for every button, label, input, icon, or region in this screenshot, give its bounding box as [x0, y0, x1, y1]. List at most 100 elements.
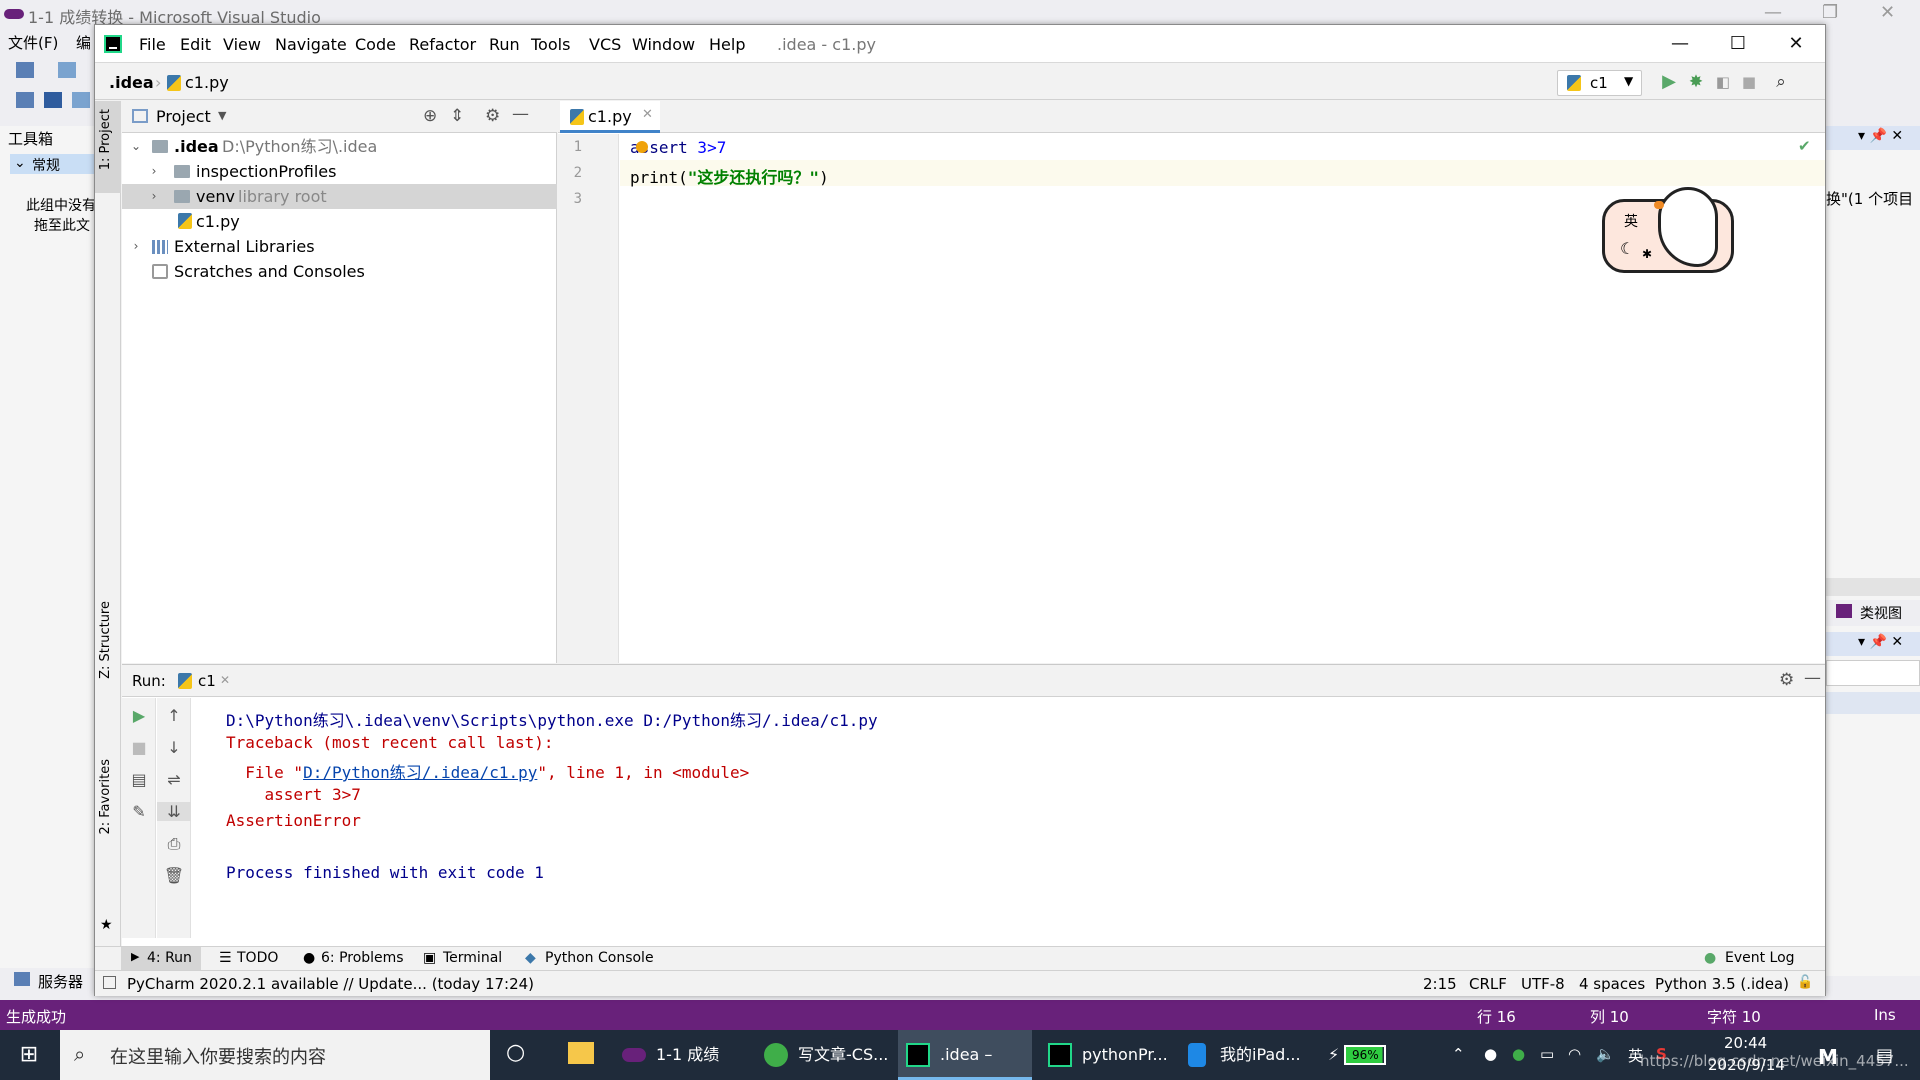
task-view-icon[interactable]: ○ — [506, 1040, 525, 1065]
vs-toolbar-icon[interactable] — [72, 92, 90, 108]
stop-icon[interactable]: ■ — [122, 738, 156, 757]
btab-run[interactable]: ▶ 4: Run — [121, 947, 201, 971]
tree-item-inspection[interactable]: › inspectionProfiles — [122, 159, 557, 184]
breadcrumb-root[interactable]: .idea — [109, 73, 154, 92]
vs-toolbar-icon[interactable] — [58, 62, 76, 78]
taskbar-item-browser[interactable]: 写文章-CS... — [756, 1030, 890, 1080]
btab-todo[interactable]: TODO — [237, 950, 278, 966]
tree-item-external-libraries[interactable]: › External Libraries — [122, 234, 557, 259]
chevron-down-icon[interactable]: ▼ — [218, 109, 226, 122]
print-icon[interactable]: ⎙ — [157, 834, 191, 854]
tab-favorites[interactable]: 2: Favorites — [98, 759, 113, 835]
chevron-up-icon[interactable]: ⌃ — [1452, 1045, 1465, 1063]
clock-time[interactable]: 20:44 — [1724, 1034, 1767, 1052]
lock-icon[interactable]: 🔓 — [1797, 975, 1813, 990]
soft-wrap-icon[interactable]: ⇌ — [157, 770, 191, 789]
vs-class-view-tab[interactable]: 类视图 — [1826, 600, 1920, 626]
minimize-button[interactable]: — — [1651, 25, 1709, 63]
mail-icon[interactable]: M — [1818, 1045, 1838, 1069]
chevron-right-icon[interactable]: › — [148, 184, 160, 209]
btab-problems[interactable]: 6: Problems — [321, 950, 404, 966]
menu-window[interactable]: Window — [632, 35, 695, 54]
vs-toolbar-icon[interactable] — [16, 62, 34, 78]
status-encoding[interactable]: UTF-8 — [1521, 975, 1565, 993]
taskbar-item-vs[interactable]: 1-1 成绩转... — [614, 1030, 746, 1080]
vs-menu-file[interactable]: 文件(F) — [8, 32, 58, 53]
wifi-icon[interactable]: ◠ — [1568, 1045, 1581, 1063]
debug-icon[interactable]: ✸ — [1686, 72, 1706, 92]
taskbar-item-pycharm-project[interactable]: pythonPr... — [1040, 1030, 1174, 1080]
project-view-select[interactable]: Project — [156, 107, 211, 126]
menu-refactor[interactable]: Refactor — [409, 35, 476, 54]
output-file-link[interactable]: D:/Python练习/.idea/c1.py — [303, 763, 537, 782]
vs-minimize-icon[interactable]: — — [1764, 2, 1782, 23]
arrow-up-icon[interactable]: ↑ — [157, 706, 191, 725]
run-icon[interactable]: ▶ — [1659, 72, 1679, 92]
vs-dropdown[interactable] — [1826, 660, 1920, 686]
volume-icon[interactable]: 🔈 — [1596, 1045, 1615, 1063]
search-icon[interactable]: ⌕ — [1771, 72, 1791, 92]
gear-icon[interactable]: ⚙ — [1779, 670, 1794, 690]
locate-icon[interactable]: ⊕ — [423, 106, 437, 126]
btab-python-console[interactable]: Python Console — [545, 950, 654, 966]
coverage-icon[interactable]: ◧ — [1713, 72, 1733, 92]
tree-item-venv[interactable]: › venv library root — [122, 184, 557, 209]
taskbar-item-pycharm-idea[interactable]: .idea – c1.... — [898, 1030, 1032, 1080]
browser-tray-icon[interactable]: ● — [1512, 1045, 1525, 1063]
menu-edit[interactable]: Edit — [180, 35, 211, 54]
btab-event-log[interactable]: Event Log — [1725, 950, 1795, 966]
vs-server-tab[interactable]: 服务器 — [0, 968, 96, 998]
pin-icon[interactable]: ✎ — [122, 802, 156, 821]
tab-structure[interactable]: Z: Structure — [98, 601, 113, 679]
hide-icon[interactable]: — — [1804, 668, 1821, 688]
status-message[interactable]: PyCharm 2020.2.1 available // Update... … — [127, 975, 534, 993]
chevron-right-icon[interactable]: › — [130, 234, 142, 259]
menu-navigate[interactable]: Navigate — [275, 35, 347, 54]
menu-code[interactable]: Code — [355, 35, 396, 54]
tree-item-file[interactable]: c1.py — [122, 209, 557, 234]
menu-run[interactable]: Run — [489, 35, 520, 54]
breadcrumb-file[interactable]: c1.py — [185, 73, 229, 92]
status-toggle-icon[interactable] — [103, 976, 116, 989]
rerun-icon[interactable]: ▶ — [122, 706, 156, 725]
run-tab-c1[interactable]: c1 — [198, 672, 216, 690]
taskbar-search-input[interactable]: ⌕ 在这里输入你要搜索的内容 — [60, 1030, 490, 1080]
vs-toolbar-icon[interactable] — [16, 92, 34, 108]
notification-icon[interactable]: ▤ — [1876, 1045, 1893, 1066]
vs-scrollbar[interactable] — [1826, 578, 1920, 596]
run-config-select[interactable]: c1 ▼ — [1557, 70, 1642, 96]
file-explorer-icon[interactable] — [568, 1042, 594, 1064]
vs-menu-edit[interactable]: 编 — [76, 32, 91, 53]
tab-project[interactable]: 1: Project — [95, 101, 121, 193]
windows-start-button[interactable]: ⊞ — [0, 1030, 58, 1080]
tab-c1-py[interactable]: c1.py ✕ — [560, 101, 660, 133]
battery-indicator[interactable]: 96% — [1344, 1045, 1386, 1065]
chevron-down-icon[interactable]: ⌄ — [130, 134, 142, 159]
pin-icon[interactable]: ▾ 📌 ✕ — [1858, 634, 1903, 650]
menu-tools[interactable]: Tools — [531, 35, 570, 54]
btab-terminal[interactable]: Terminal — [443, 950, 502, 966]
vs-toolbox-group[interactable]: ⌄ 常规 — [10, 154, 96, 174]
chevron-right-icon[interactable]: › — [148, 159, 160, 184]
trash-icon[interactable]: 🗑 — [157, 866, 191, 885]
layout-icon[interactable]: ▤ — [122, 770, 156, 789]
qq-icon[interactable]: ● — [1484, 1045, 1497, 1063]
scroll-to-end-icon[interactable]: ⇊ — [157, 802, 191, 821]
close-button[interactable]: ✕ — [1767, 25, 1825, 63]
menu-help[interactable]: Help — [709, 35, 745, 54]
taskbar-item-ipad[interactable]: 我的iPad... — [1180, 1030, 1314, 1080]
status-line-separator[interactable]: CRLF — [1469, 975, 1507, 993]
intention-bulb-icon[interactable] — [636, 141, 648, 153]
maximize-button[interactable]: ☐ — [1709, 25, 1767, 63]
menu-vcs[interactable]: VCS — [589, 35, 621, 54]
collapse-all-icon[interactable]: ⇕ — [450, 106, 464, 126]
tree-item-root[interactable]: ⌄ .idea D:\Python练习\.idea — [122, 134, 557, 159]
vs-toolbar-icon[interactable] — [44, 92, 62, 108]
close-icon[interactable]: ✕ — [642, 107, 653, 122]
menu-view[interactable]: View — [223, 35, 261, 54]
pin-icon[interactable]: ▾ 📌 ✕ — [1858, 128, 1903, 144]
status-position[interactable]: 2:15 — [1423, 975, 1457, 993]
hide-icon[interactable]: — — [512, 104, 529, 124]
status-indent[interactable]: 4 spaces — [1579, 975, 1645, 993]
code-line-2[interactable]: print("这步还执行吗？") — [630, 164, 829, 188]
